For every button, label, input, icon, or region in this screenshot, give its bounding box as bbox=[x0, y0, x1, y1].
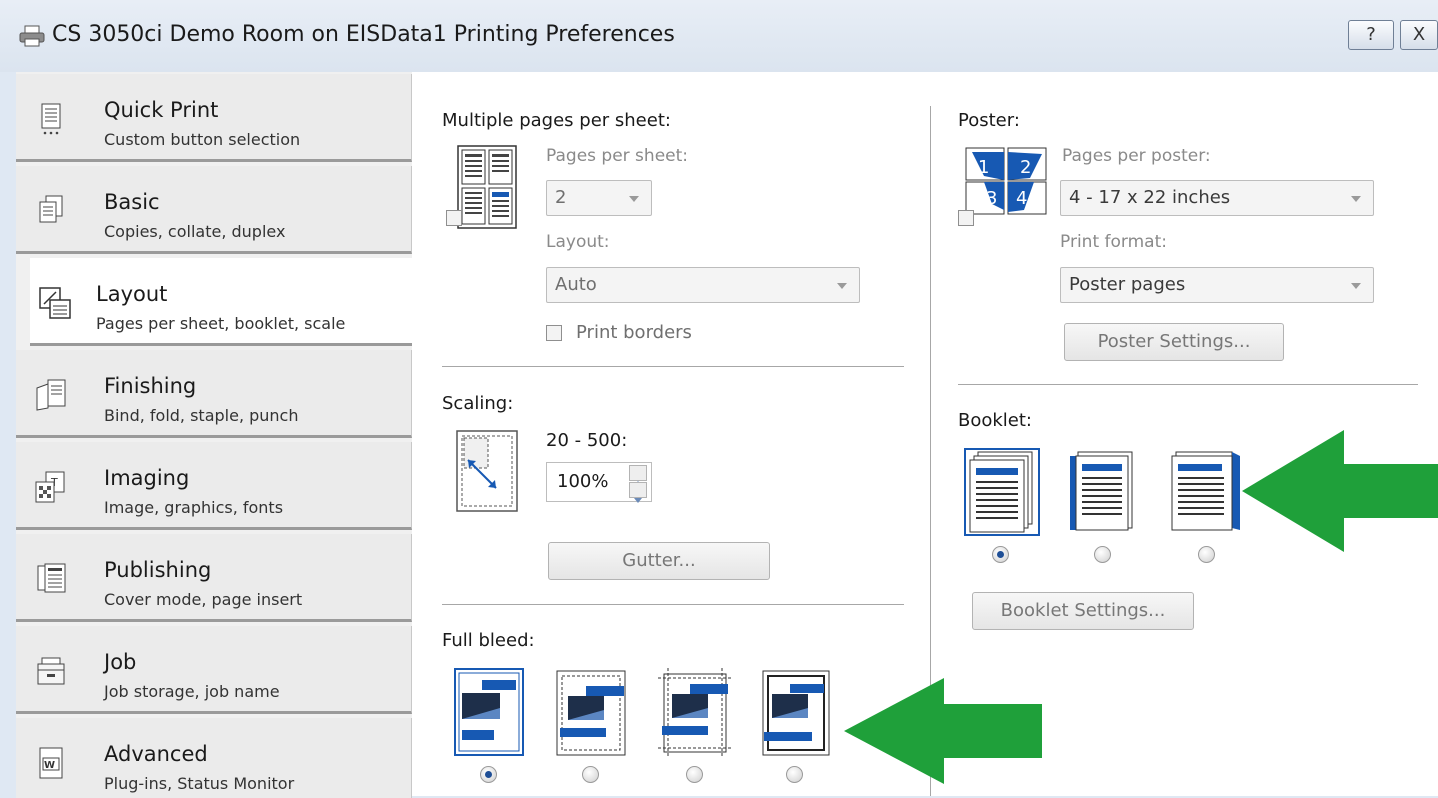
arrow-left-icon bbox=[844, 678, 1042, 784]
full-bleed-radio-3[interactable] bbox=[686, 766, 703, 783]
sidebar-item-title: Publishing bbox=[104, 558, 212, 582]
layout-icon bbox=[39, 287, 71, 319]
sidebar-item-job[interactable]: Job Job storage, job name bbox=[16, 626, 412, 714]
sidebar-item-subtitle: Cover mode, page insert bbox=[104, 590, 303, 609]
basic-icon bbox=[39, 195, 63, 223]
scaling-icon bbox=[456, 430, 518, 512]
sidebar-item-subtitle: Plug-ins, Status Monitor bbox=[104, 774, 295, 793]
imaging-icon: T bbox=[35, 471, 65, 503]
sidebar-item-imaging[interactable]: T Imaging Image, graphics, fonts bbox=[16, 442, 412, 530]
finishing-icon bbox=[36, 379, 66, 411]
sidebar-item-layout[interactable]: Layout Pages per sheet, booklet, scale bbox=[30, 258, 413, 346]
title-bar: CS 3050ci Demo Room on EISData1 Printing… bbox=[0, 0, 1438, 72]
booklet-radio-2[interactable] bbox=[1094, 546, 1111, 563]
booklet-radio-3[interactable] bbox=[1198, 546, 1215, 563]
poster-checkbox[interactable] bbox=[958, 210, 974, 226]
poster-heading: Poster: bbox=[958, 110, 1020, 131]
publishing-icon bbox=[37, 563, 66, 593]
poster-tile-2: 2 bbox=[1020, 157, 1031, 178]
full-bleed-option-4-icon[interactable] bbox=[762, 670, 830, 756]
scaling-value: 100% bbox=[557, 471, 609, 492]
divider bbox=[442, 366, 904, 367]
full-bleed-radio-4[interactable] bbox=[786, 766, 803, 783]
multiple-pages-icon bbox=[457, 145, 517, 229]
svg-text:W: W bbox=[44, 760, 55, 771]
scaling-spinner[interactable] bbox=[629, 465, 647, 503]
gutter-button[interactable]: Gutter... bbox=[548, 542, 770, 580]
pages-per-poster-select[interactable]: 4 - 17 x 22 inches bbox=[1060, 180, 1374, 216]
window-title: CS 3050ci Demo Room on EISData1 Printing… bbox=[52, 22, 675, 47]
spin-up-icon[interactable] bbox=[629, 465, 647, 486]
sidebar-item-title: Imaging bbox=[104, 466, 190, 490]
chevron-down-icon bbox=[1351, 196, 1361, 202]
sidebar-item-finishing[interactable]: Finishing Bind, fold, staple, punch bbox=[16, 350, 412, 438]
pages-per-sheet-select[interactable]: 2 bbox=[546, 180, 652, 216]
poster-settings-button[interactable]: Poster Settings... bbox=[1064, 323, 1284, 361]
layout-label: Layout: bbox=[546, 232, 610, 252]
booklet-option-3-icon[interactable] bbox=[1170, 450, 1242, 532]
booklet-option-2-icon[interactable] bbox=[1068, 450, 1134, 532]
chevron-down-icon bbox=[1351, 283, 1361, 289]
booklet-radio-1[interactable] bbox=[992, 546, 1009, 563]
sidebar-item-title: Layout bbox=[96, 282, 168, 306]
sidebar-item-advanced[interactable]: W Advanced Plug-ins, Status Monitor bbox=[16, 718, 412, 798]
close-button[interactable]: X bbox=[1400, 20, 1438, 50]
full-bleed-radio-2[interactable] bbox=[582, 766, 599, 783]
pages-per-sheet-label: Pages per sheet: bbox=[546, 146, 689, 166]
pages-per-sheet-value: 2 bbox=[555, 187, 567, 208]
full-bleed-radio-1[interactable] bbox=[480, 766, 497, 783]
advanced-icon: W bbox=[39, 747, 63, 779]
layout-select[interactable]: Auto bbox=[546, 267, 860, 303]
full-bleed-option-1-icon[interactable] bbox=[454, 668, 524, 756]
multiple-pages-heading: Multiple pages per sheet: bbox=[442, 110, 671, 131]
sidebar-item-subtitle: Bind, fold, staple, punch bbox=[104, 406, 299, 425]
scaling-range-label: 20 - 500: bbox=[546, 430, 628, 451]
help-button[interactable]: ? bbox=[1348, 20, 1394, 50]
multiple-pages-checkbox[interactable] bbox=[446, 210, 462, 226]
full-bleed-option-2-icon[interactable] bbox=[556, 670, 626, 756]
poster-tile-3: 3 bbox=[986, 188, 997, 209]
scaling-heading: Scaling: bbox=[442, 393, 514, 414]
print-borders-checkbox[interactable] bbox=[546, 325, 562, 341]
divider bbox=[958, 384, 1418, 385]
booklet-heading: Booklet: bbox=[958, 410, 1032, 431]
chevron-down-icon bbox=[629, 196, 639, 202]
print-format-select[interactable]: Poster pages bbox=[1060, 267, 1374, 303]
job-icon bbox=[37, 657, 65, 685]
pages-per-poster-label: Pages per poster: bbox=[1062, 146, 1211, 166]
print-format-value: Poster pages bbox=[1069, 274, 1186, 295]
arrow-left-icon bbox=[1242, 430, 1438, 552]
sidebar-item-title: Finishing bbox=[104, 374, 197, 398]
sidebar-item-subtitle: Job storage, job name bbox=[104, 682, 280, 701]
quick-print-icon bbox=[41, 103, 61, 135]
sidebar-item-publishing[interactable]: Publishing Cover mode, page insert bbox=[16, 534, 412, 622]
spin-down-icon[interactable] bbox=[629, 482, 647, 503]
print-format-label: Print format: bbox=[1060, 232, 1167, 252]
sidebar-item-title: Basic bbox=[104, 190, 160, 214]
scaling-input[interactable]: 100% bbox=[546, 462, 652, 503]
print-borders-label: Print borders bbox=[576, 322, 692, 343]
booklet-option-1-icon[interactable] bbox=[964, 448, 1040, 536]
printer-icon bbox=[19, 25, 45, 47]
sidebar-item-subtitle: Image, graphics, fonts bbox=[104, 498, 284, 517]
sidebar-item-subtitle: Copies, collate, duplex bbox=[104, 222, 286, 241]
layout-value: Auto bbox=[555, 274, 597, 295]
poster-tile-4: 4 bbox=[1016, 188, 1027, 209]
poster-tile-1: 1 bbox=[978, 157, 989, 178]
sidebar-item-title: Job bbox=[104, 650, 137, 674]
sidebar-item-title: Quick Print bbox=[104, 98, 219, 122]
full-bleed-option-3-icon[interactable] bbox=[658, 668, 732, 758]
sidebar-item-subtitle: Custom button selection bbox=[104, 130, 301, 149]
sidebar-item-basic[interactable]: Basic Copies, collate, duplex bbox=[16, 166, 412, 254]
sidebar-item-title: Advanced bbox=[104, 742, 208, 766]
sidebar-item-subtitle: Pages per sheet, booklet, scale bbox=[96, 314, 346, 333]
sidebar-item-quick-print[interactable]: Quick Print Custom button selection bbox=[16, 74, 412, 162]
pages-per-poster-value: 4 - 17 x 22 inches bbox=[1069, 187, 1231, 208]
full-bleed-heading: Full bleed: bbox=[442, 630, 535, 651]
poster-icon: 1 2 3 4 bbox=[965, 147, 1047, 215]
chevron-down-icon bbox=[837, 283, 847, 289]
booklet-settings-button[interactable]: Booklet Settings... bbox=[972, 592, 1194, 630]
divider bbox=[442, 604, 904, 605]
